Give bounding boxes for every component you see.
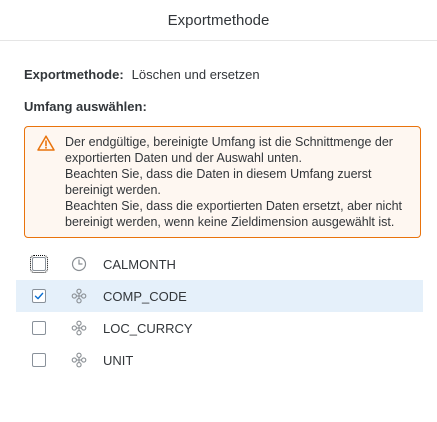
- dimension-label-comp-code: COMP_CODE: [103, 288, 187, 304]
- dialog-content: Exportmethode: Löschen und ersetzen Umfa…: [0, 67, 437, 376]
- export-method-value: Löschen und ersetzen: [131, 67, 260, 82]
- dialog-title: Exportmethode: [167, 11, 270, 29]
- scope-label: Umfang auswählen:: [24, 99, 147, 114]
- dimension-checkbox-calmonth[interactable]: [30, 255, 48, 273]
- dimension-icon: [71, 320, 87, 336]
- dimension-label-calmonth: CALMONTH: [103, 256, 176, 272]
- dimension-checkbox-comp-code[interactable]: [32, 289, 46, 303]
- dimension-item-comp-code[interactable]: COMP_CODE: [16, 280, 423, 312]
- checkmark-icon: [34, 292, 44, 300]
- dimension-item-unit[interactable]: UNIT: [16, 344, 423, 376]
- dimension-icon: [71, 352, 87, 368]
- dimension-checkbox-loc-currcy[interactable]: [32, 321, 46, 335]
- clock-icon: [71, 256, 87, 272]
- export-method-dialog: Exportmethode Exportmethode: Löschen und…: [0, 0, 437, 422]
- dimension-item-calmonth[interactable]: CALMONTH: [16, 248, 423, 280]
- warning-paragraph-3: Beachten Sie, dass die exportierten Date…: [65, 199, 402, 229]
- export-method-row: Exportmethode: Löschen und ersetzen: [24, 67, 423, 82]
- dimension-label-unit: UNIT: [103, 352, 134, 368]
- export-method-label: Exportmethode:: [24, 67, 124, 82]
- warning-message-strip: Der endgültige, bereinigte Umfang ist di…: [24, 126, 421, 238]
- dimension-icon: [71, 288, 87, 304]
- dimension-label-loc-currcy: LOC_CURRCY: [103, 320, 193, 336]
- warning-paragraph-2: Beachten Sie, dass die Daten in diesem U…: [65, 167, 372, 197]
- warning-text: Der endgültige, bereinigte Umfang ist di…: [65, 134, 406, 230]
- dialog-header: Exportmethode: [0, 0, 437, 41]
- warning-triangle-icon: [37, 135, 55, 151]
- warning-paragraph-1: Der endgültige, bereinigte Umfang ist di…: [65, 135, 393, 165]
- dimension-list: CALMONTH COMP_CODE LOC_CURRCY UNIT: [16, 248, 423, 376]
- dimension-item-loc-currcy[interactable]: LOC_CURRCY: [16, 312, 423, 344]
- dimension-checkbox-unit[interactable]: [32, 353, 46, 367]
